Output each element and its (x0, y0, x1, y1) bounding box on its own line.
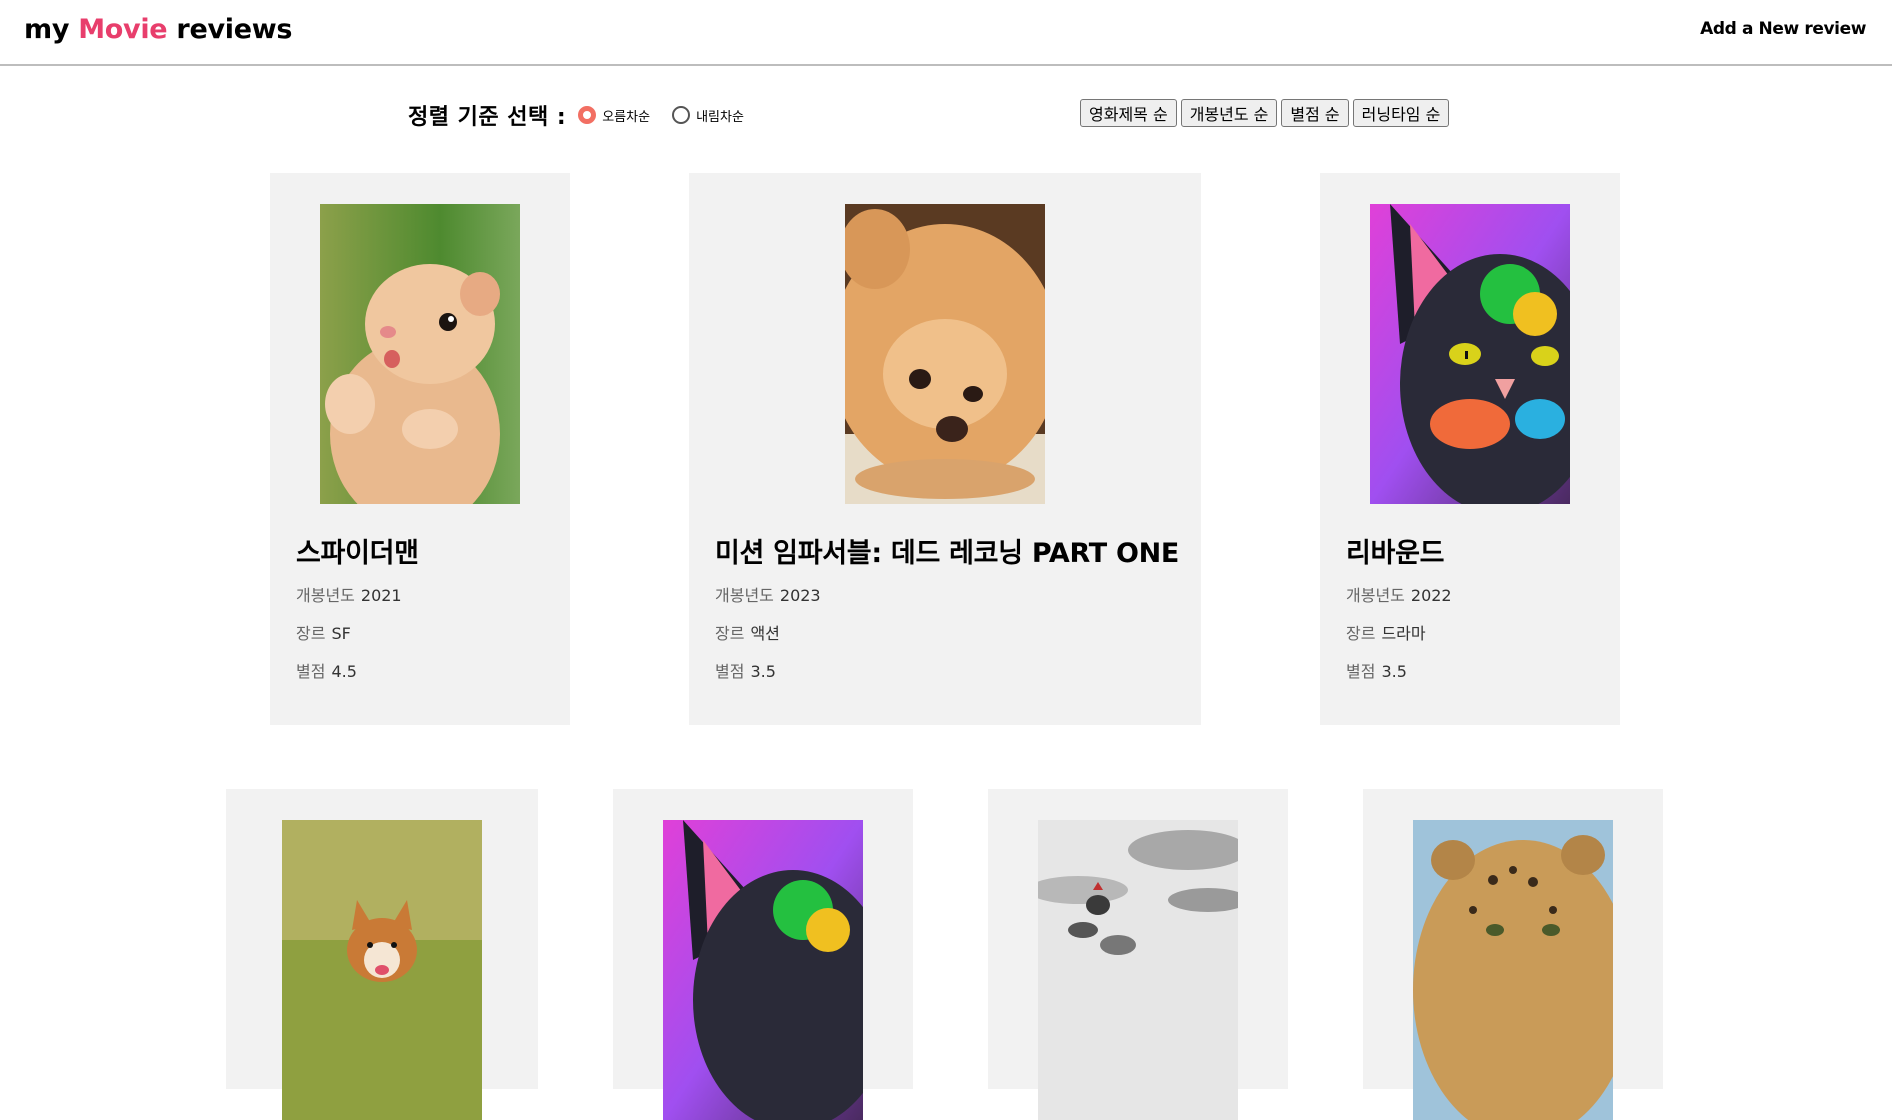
sort-by-title-button[interactable]: 영화제목 순 (1080, 99, 1177, 127)
rating-key: 별점 (1346, 662, 1376, 681)
year-value: 2022 (1410, 586, 1452, 605)
ascending-radio[interactable] (578, 106, 597, 124)
rating-value: 4.5 (331, 662, 357, 681)
genre-value: SF (331, 624, 351, 643)
sort-title: 정렬 기준 선택 : (408, 105, 567, 130)
year-value: 2023 (779, 586, 821, 605)
logo-prefix: my (24, 14, 79, 45)
movie-title[interactable]: 미션 임파서블: 데드 레코닝 PART ONE (715, 531, 1179, 570)
movie-rating: 별점 3.5 (715, 658, 776, 682)
movie-year: 개봉년도 2022 (1346, 582, 1452, 606)
descending-label[interactable]: 내림차순 (696, 106, 744, 125)
logo-suffix: reviews (167, 14, 293, 45)
logo-accent: Movie (78, 14, 168, 45)
sort-by-runtime-button[interactable]: 러닝타임 순 (1352, 99, 1450, 127)
genre-key: 장르 (296, 624, 326, 643)
movie-genre: 장르 SF (296, 620, 351, 644)
sort-button-group: 영화제목 순 개봉년도 순 별점 순 러닝타임 순 (1080, 99, 1450, 127)
rating-value: 3.5 (1381, 662, 1407, 681)
site-logo[interactable]: my Movie reviews (24, 14, 292, 45)
movie-title[interactable]: 스파이더맨 (296, 531, 419, 570)
movie-poster-pomeranian (845, 204, 1045, 504)
movie-poster-corgi (282, 820, 482, 1120)
movie-poster-colorful-cat (663, 820, 863, 1120)
sort-by-rating-button[interactable]: 별점 순 (1281, 99, 1349, 127)
sort-order-bar: 정렬 기준 선택 : 오름차순 내림차순 (408, 99, 760, 131)
top-navbar: my Movie reviews Add a New review (0, 0, 1892, 66)
genre-key: 장르 (715, 624, 745, 643)
movie-card[interactable]: 스파이더맨 개봉년도 2021 장르 SF 별점 4.5 (270, 173, 570, 725)
movie-poster-animals-stack (1038, 820, 1238, 1120)
movie-card[interactable]: 리바운드 개봉년도 2022 장르 드라마 별점 3.5 (1320, 173, 1620, 725)
genre-key: 장르 (1346, 624, 1376, 643)
movie-year: 개봉년도 2023 (715, 582, 821, 606)
movie-card[interactable] (988, 789, 1288, 1120)
year-key: 개봉년도 (296, 586, 355, 605)
movie-card[interactable]: 미션 임파서블: 데드 레코닝 PART ONE 개봉년도 2023 장르 액션 별… (689, 173, 1201, 725)
add-review-link[interactable]: Add a New review (1700, 19, 1866, 39)
ascending-label[interactable]: 오름차순 (602, 106, 650, 125)
movie-card[interactable] (613, 789, 913, 1120)
movie-genre: 장르 액션 (715, 620, 780, 644)
movie-genre: 장르 드라마 (1346, 620, 1426, 644)
movie-title[interactable]: 리바운드 (1346, 531, 1444, 570)
rating-key: 별점 (296, 662, 326, 681)
descending-radio[interactable] (672, 106, 691, 124)
year-value: 2021 (360, 586, 402, 605)
movie-year: 개봉년도 2021 (296, 582, 402, 606)
genre-value: 액션 (750, 624, 780, 643)
movie-poster-leopard (1413, 820, 1613, 1120)
movie-poster-hamster (320, 204, 520, 504)
rating-value: 3.5 (750, 662, 776, 681)
movie-card[interactable] (1363, 789, 1663, 1120)
year-key: 개봉년도 (1346, 586, 1405, 605)
movie-card[interactable] (226, 789, 538, 1120)
rating-key: 별점 (715, 662, 745, 681)
movie-rating: 별점 4.5 (296, 658, 357, 682)
year-key: 개봉년도 (715, 586, 774, 605)
movie-poster-colorful-cat (1370, 204, 1570, 504)
sort-by-year-button[interactable]: 개봉년도 순 (1180, 99, 1278, 127)
genre-value: 드라마 (1381, 624, 1426, 643)
movie-rating: 별점 3.5 (1346, 658, 1407, 682)
